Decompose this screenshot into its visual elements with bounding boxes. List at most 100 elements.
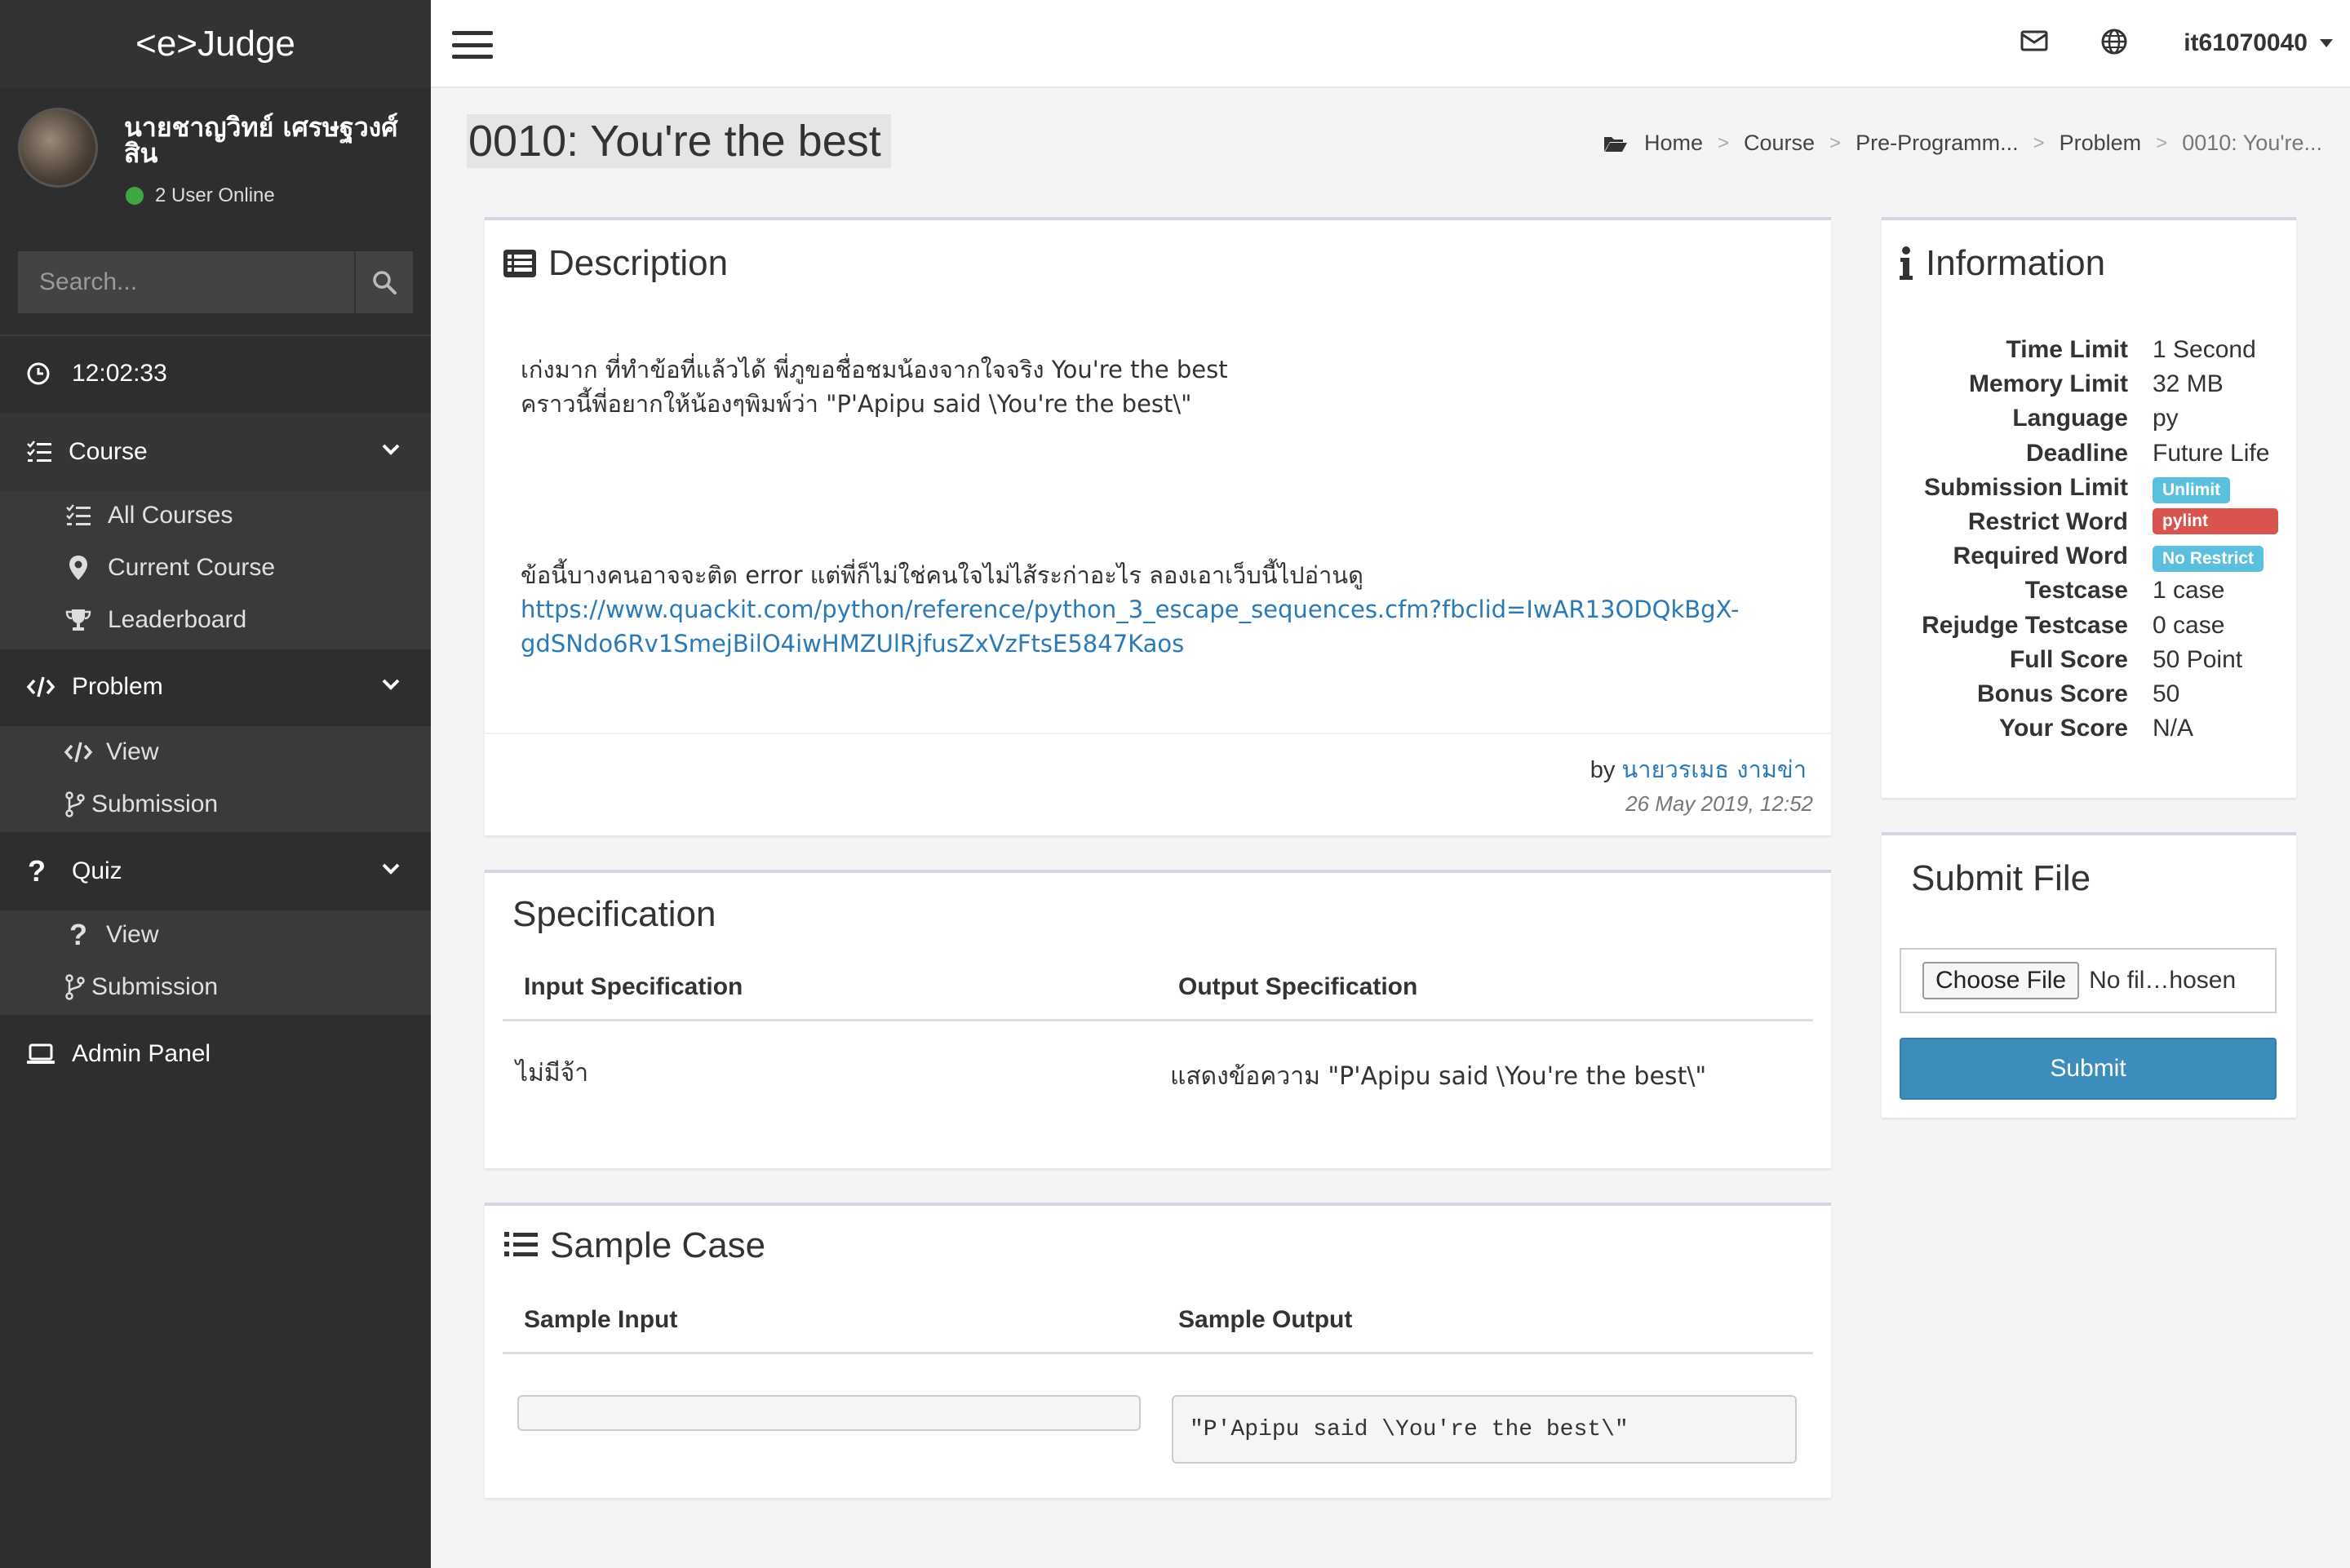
output-spec-header: Output Specification (1157, 956, 1813, 1021)
nav-current-course-label: Current Course (108, 554, 276, 581)
info-badge: No Restrict (2153, 546, 2264, 573)
breadcrumb-course[interactable]: Course (1744, 131, 1815, 156)
breadcrumb-course-name[interactable]: Pre-Programm... (1856, 131, 2019, 156)
submit-button[interactable]: Submit (1900, 1038, 2277, 1100)
breadcrumb-problem[interactable]: Problem (2060, 131, 2142, 156)
list-alt-icon (503, 250, 536, 277)
nav-problem[interactable]: Problem (0, 648, 431, 726)
nav-quiz-submission[interactable]: Submission (0, 961, 431, 1013)
info-key: Submission Limit (1923, 473, 2128, 501)
nav-all-courses-label: All Courses (108, 502, 233, 529)
avatar (18, 108, 98, 188)
search-form (18, 251, 413, 313)
code-icon (26, 676, 55, 698)
submit-file-box: Submit File Choose File No fil…hosen Sub… (1882, 832, 2296, 1118)
reference-link[interactable]: https://www.quackit.com/python/reference… (521, 592, 1739, 627)
user-name: นายชาญวิทย์ เศรษฐวงศ์สิน (124, 112, 398, 169)
info-row: Required Word No Restrict (1882, 543, 2288, 577)
reference-link-cont[interactable]: gdSNdo6Rv1SmejBilO4iwHMZUlRjfusZxVzFtsE5… (521, 627, 1184, 661)
list-check-icon (62, 504, 95, 527)
info-row: Full Score 50 Point (1882, 646, 2288, 680)
code-branch-icon (59, 791, 91, 817)
menu-toggle-icon[interactable] (452, 31, 493, 59)
map-marker-icon (62, 555, 95, 581)
nav-course-label: Course (69, 438, 148, 465)
search-button[interactable] (354, 251, 413, 313)
sample-input-box[interactable] (517, 1395, 1141, 1431)
nav-quiz-submission-label: Submission (91, 973, 219, 1000)
submit-file-title: Submit File (1911, 858, 2091, 898)
info-key: Bonus Score (1976, 680, 2128, 707)
by-prefix: by (1590, 757, 1616, 783)
info-key: Your Score (1999, 715, 2128, 742)
info-key: Testcase (2024, 577, 2128, 605)
chevron-down-icon (382, 679, 400, 690)
info-key: Full Score (2009, 645, 2128, 673)
info-value: Future Life (2153, 439, 2270, 467)
info-key: Restrict Word (1967, 508, 2128, 535)
nav-leaderboard-label: Leaderboard (108, 606, 247, 633)
choose-file-button[interactable]: Choose File (1922, 962, 2080, 999)
code-branch-icon (59, 974, 91, 1000)
question-icon: ? (28, 854, 46, 888)
globe-icon[interactable] (2100, 28, 2128, 60)
nav-leaderboard[interactable]: Leaderboard (0, 594, 431, 646)
online-count: 2 User Online (155, 184, 275, 206)
post-date: 26 May 2019, 12:52 (1625, 791, 1813, 816)
nav-admin-panel[interactable]: Admin Panel (0, 1015, 431, 1093)
info-row: Memory Limit 32 MB (1882, 370, 2288, 405)
info-row: Your Score N/A (1882, 715, 2288, 749)
description-box: Description เก่งมาก ที่ทำข้อที่แล้วได้ พ… (485, 217, 1831, 835)
laptop-icon (27, 1043, 55, 1064)
description-line-2: คราวนี้พี่อยากให้น้องๆพิมพ์ว่า "P'Apipu … (521, 390, 1192, 418)
user-menu[interactable]: it61070040 (2184, 29, 2334, 57)
sample-output-box[interactable]: "P'Apipu said \You're the best\" (1172, 1395, 1797, 1464)
author-link[interactable]: นายวรเมธ งามข่า (1621, 755, 1807, 783)
sample-case-box: Sample Case Sample Input Sample Output "… (485, 1203, 1831, 1498)
breadcrumb-current: 0010: You're... (2182, 131, 2322, 155)
nav-problem-submission[interactable]: Submission (0, 778, 431, 831)
sample-output-header: Sample Output (1157, 1289, 1813, 1354)
description-title: Description (548, 243, 729, 283)
nav-quiz-view-label: View (106, 921, 159, 948)
info-key: Memory Limit (1968, 370, 2128, 398)
nav-admin-label: Admin Panel (72, 1040, 211, 1067)
nav-problem-view[interactable]: View (0, 726, 431, 778)
online-dot-icon (126, 187, 144, 205)
info-row: Restrict Word pylint (1882, 508, 2288, 543)
nav-current-course[interactable]: Current Course (0, 542, 431, 594)
sample-case-header: Sample Case (503, 1225, 765, 1266)
breadcrumb-separator: > (2033, 131, 2045, 154)
nav-quiz-label: Quiz (72, 857, 122, 884)
description-footer-divider (485, 733, 1831, 734)
breadcrumb-home[interactable]: Home (1644, 131, 1703, 156)
list-ol-icon (504, 1232, 538, 1256)
nav-course[interactable]: Course (0, 413, 431, 491)
nav-all-courses[interactable]: All Courses (0, 489, 431, 542)
chevron-down-icon (382, 863, 400, 875)
breadcrumb-separator: > (1717, 131, 1729, 154)
info-value: 50 Point (2153, 645, 2243, 673)
breadcrumb: Home > Course > Pre-Programm... > Proble… (1603, 131, 2322, 156)
nav-quiz[interactable]: ? Quiz (0, 832, 431, 910)
info-row: Submission Limit Unlimit (1882, 474, 2288, 508)
specification-box: Specification Input Specification Output… (485, 870, 1831, 1168)
info-value: N/A (2153, 715, 2194, 742)
envelope-icon[interactable] (2020, 29, 2048, 56)
online-status: 2 User Online (126, 184, 275, 207)
sample-input-header: Sample Input (503, 1289, 1157, 1354)
page-title: 0010: You're the best (467, 114, 891, 168)
chevron-down-icon (382, 444, 400, 455)
file-input[interactable]: Choose File No fil…hosen (1900, 948, 2277, 1013)
description-line-3: ข้อนี้บางคนอาจจะติด error แต่พี่ก็ไม่ใช่… (521, 561, 1363, 589)
brand-logo[interactable]: <e>Judge (0, 0, 431, 88)
nav-quiz-view[interactable]: ? View (0, 909, 431, 961)
info-row: Testcase 1 case (1882, 577, 2288, 611)
info-key: Required Word (1953, 543, 2128, 570)
search-input[interactable] (18, 251, 354, 313)
info-row: Rejudge Testcase 0 case (1882, 612, 2288, 646)
description-header: Description (503, 243, 728, 284)
clock: 12:02:33 (0, 336, 431, 411)
info-row: Deadline Future Life (1882, 440, 2288, 474)
sample-table: Sample Input Sample Output (503, 1289, 1813, 1354)
